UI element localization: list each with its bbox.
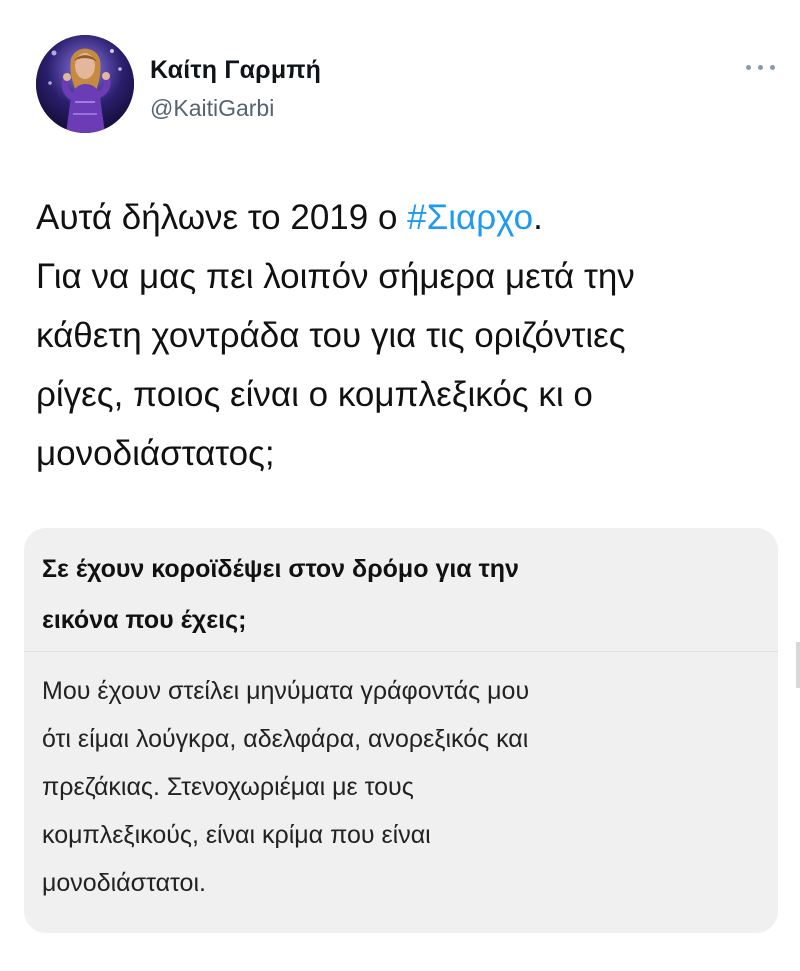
avatar[interactable] (36, 35, 134, 133)
quote-question-line: Σε έχουν κοροϊδέψει στον δρόμο για την (42, 555, 519, 583)
quote-answer-line: κομπλεξικούς, είναι κρίμα που είναι (42, 821, 431, 849)
quote-question: Σε έχουν κοροϊδέψει στον δρόμο για την ε… (42, 544, 762, 646)
avatar-image (36, 35, 134, 133)
user-handle[interactable]: @KaitiGarbi (150, 95, 274, 122)
quote-answer-line: Μου έχουν στείλει μηνύματα γράφοντάς μου (42, 677, 530, 705)
tweet-line: Για να μας πει λοιπόν σήμερα μετά την (36, 257, 635, 296)
tweet-line: κάθετη χοντράδα του για τις οριζόντιες (36, 316, 626, 355)
tweet-line-text: Αυτά δήλωνε το 2019 ο (36, 198, 408, 237)
quoted-interview-card[interactable]: Σε έχουν κοροϊδέψει στον δρόμο για την ε… (24, 528, 778, 933)
tweet-text: Αυτά δήλωνε το 2019 ο #Σιαρχο. Για να μα… (36, 188, 786, 483)
tweet-card: Καίτη Γαρμπή @KaitiGarbi Αυτά δήλωνε το … (0, 0, 800, 971)
quote-answer-line: ότι είμαι λούγκρα, αδελφάρα, ανορεξικός … (42, 725, 529, 753)
tweet-line: μονοδιάστατος; (36, 434, 275, 473)
quote-answer: Μου έχουν στείλει μηνύματα γράφοντάς μου… (42, 667, 762, 907)
tweet-line: ρίγες, ποιος είναι ο κομπλεξικός κι ο (36, 375, 593, 414)
quote-answer-line: μονοδιάστατοι. (42, 869, 206, 897)
quote-divider (24, 651, 778, 652)
hashtag-link[interactable]: #Σιαρχο (407, 198, 533, 237)
more-horizontal-icon[interactable] (746, 60, 776, 74)
tweet-line: Αυτά δήλωνε το 2019 ο #Σιαρχο. (36, 188, 786, 247)
quote-question-line: εικόνα που έχεις; (42, 606, 247, 634)
tweet-line-punctuation: . (533, 198, 543, 237)
scrollbar-edge[interactable] (796, 642, 800, 688)
quote-answer-line: πρεζάκιας. Στενοχωριέμαι με τους (42, 773, 414, 801)
display-name[interactable]: Καίτη Γαρμπή (150, 56, 321, 85)
